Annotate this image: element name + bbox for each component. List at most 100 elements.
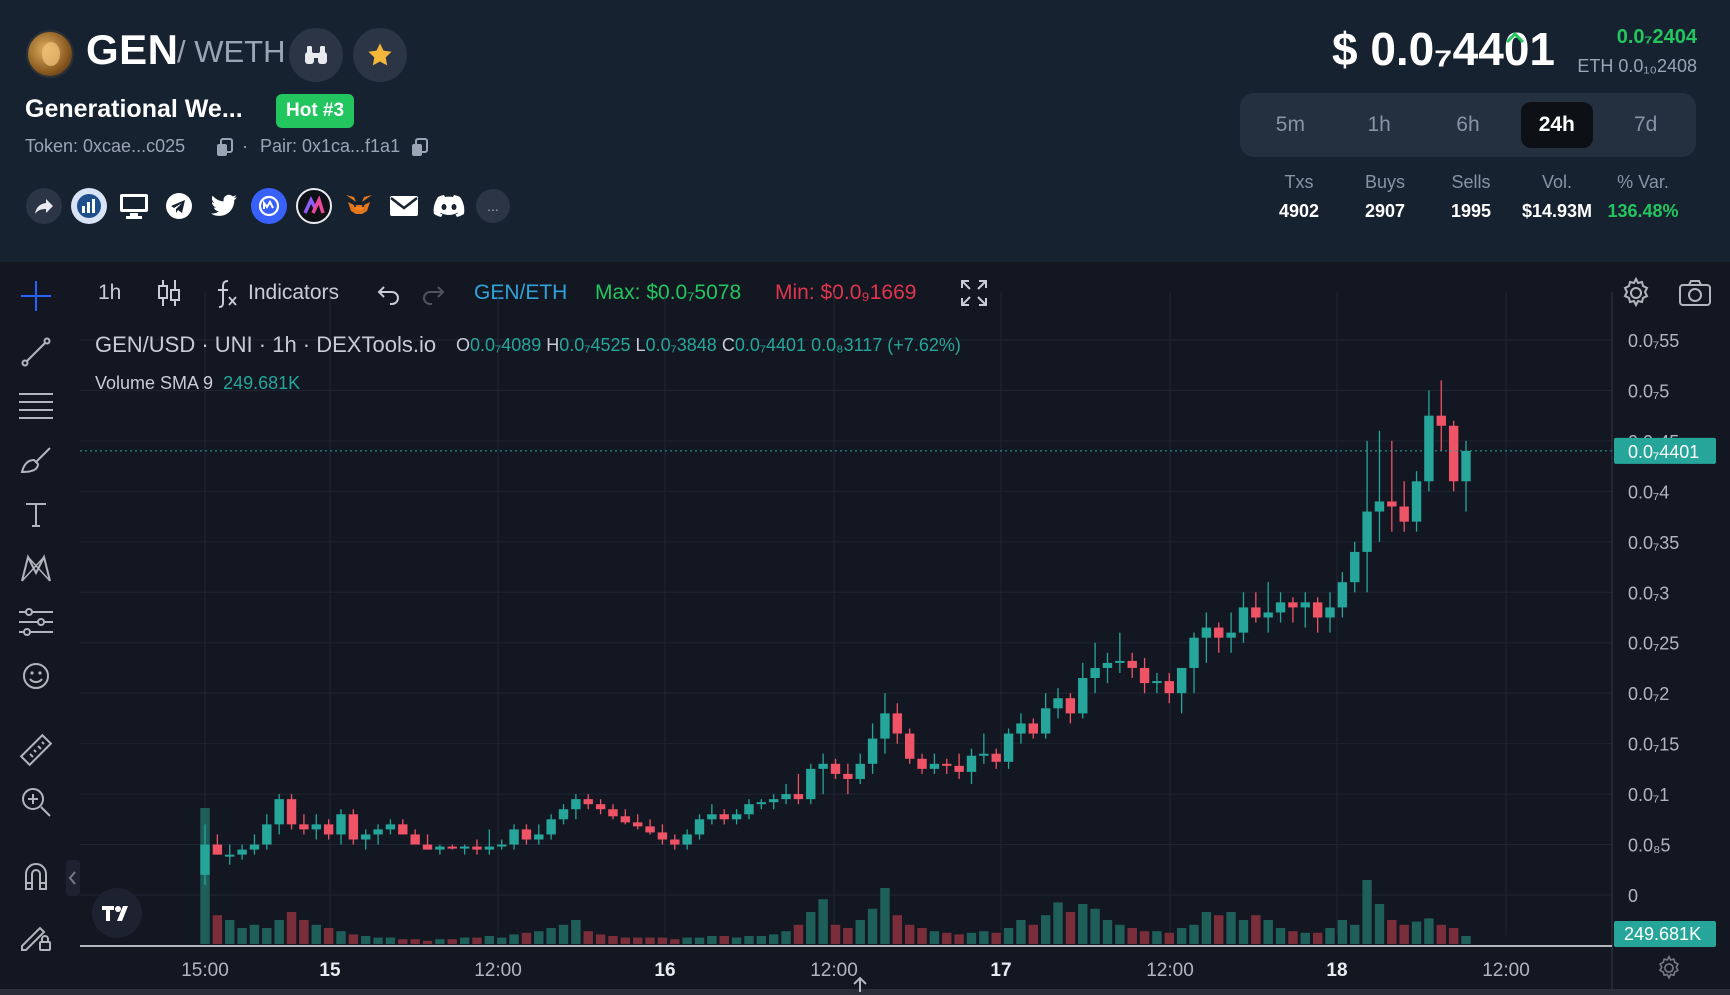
volume-bar xyxy=(1312,932,1323,944)
volume-bar xyxy=(867,908,878,944)
candle-body xyxy=(484,846,495,850)
candle-body xyxy=(274,799,284,825)
more-links-button[interactable]: ... xyxy=(476,189,510,223)
candle-body xyxy=(447,846,457,849)
volume-bar xyxy=(484,936,495,944)
candle-body xyxy=(1090,667,1100,679)
candle-body xyxy=(781,794,791,800)
volume-bar xyxy=(521,932,532,944)
volume-bar xyxy=(336,931,346,944)
share-link[interactable] xyxy=(26,188,62,224)
trade-stats: Txs 4902 Buys 2907 Sells 1995 Vol. $14.9… xyxy=(1256,172,1696,222)
candle-body xyxy=(855,763,865,779)
volume-bar xyxy=(1337,920,1348,944)
stat-sells: Sells 1995 xyxy=(1428,172,1514,222)
candle-body xyxy=(1411,481,1422,522)
volume-bar xyxy=(1288,931,1298,944)
nomics-icon xyxy=(303,196,325,214)
volume-bar xyxy=(1189,924,1199,944)
volume-bar xyxy=(212,915,223,944)
volume-bar xyxy=(1436,924,1446,944)
volume-bar xyxy=(1201,912,1212,944)
social-links: ... xyxy=(26,188,510,224)
volume-bar xyxy=(818,899,828,944)
stat-value: 136.48% xyxy=(1607,201,1679,221)
volume-bar xyxy=(1325,928,1335,944)
volume-bar xyxy=(1387,920,1397,944)
candle-body xyxy=(435,846,445,850)
copy-pair-address-icon[interactable] xyxy=(411,138,429,158)
volume-bar xyxy=(447,939,457,944)
metamask-icon xyxy=(346,195,372,214)
candle-body xyxy=(632,822,643,827)
dextools-link[interactable] xyxy=(71,188,107,224)
volume-bar xyxy=(311,924,321,944)
candle-body xyxy=(1362,511,1372,552)
timeframe-1h[interactable]: 1h xyxy=(1343,102,1415,148)
y-axis-tick-label: 0.0₇1 xyxy=(1628,785,1669,805)
volume-bar xyxy=(1016,920,1026,944)
volume-bar xyxy=(657,937,668,944)
stat-variation: % Var. 136.48% xyxy=(1600,172,1686,222)
volume-bar xyxy=(1028,924,1039,944)
candle-body xyxy=(1164,681,1174,694)
candle-body xyxy=(942,763,952,766)
volume-bar xyxy=(1350,924,1360,944)
price-change: 0.0₇2404 xyxy=(1616,26,1697,48)
y-axis-tick-label: 0.0₇55 xyxy=(1628,331,1679,351)
volume-bar xyxy=(497,937,507,944)
telegram-link[interactable] xyxy=(161,188,197,224)
volume-bar xyxy=(595,934,606,944)
volume-bar xyxy=(1040,915,1051,944)
compare-button[interactable] xyxy=(289,28,343,82)
volume-bar xyxy=(237,928,247,944)
twitter-link[interactable] xyxy=(206,188,242,224)
binoculars-icon xyxy=(305,46,327,64)
candle-body xyxy=(249,844,260,850)
candle-body xyxy=(299,824,309,830)
copy-token-address-icon[interactable] xyxy=(216,138,234,158)
stat-label: Txs xyxy=(1284,172,1314,192)
metamask-link[interactable] xyxy=(341,188,377,224)
volume-bar xyxy=(1164,932,1174,944)
candle-body xyxy=(262,824,272,845)
volume-bar xyxy=(731,937,742,944)
timeframe-24h[interactable]: 24h xyxy=(1520,102,1593,148)
volume-bar xyxy=(1078,904,1088,944)
volume-bar xyxy=(1461,936,1471,944)
favorite-button[interactable] xyxy=(353,28,407,82)
volume-bar xyxy=(843,928,853,944)
volume-bar xyxy=(546,928,556,944)
timeframe-6h[interactable]: 6h xyxy=(1432,102,1504,148)
candle-body xyxy=(966,755,977,772)
tradingview-logo[interactable] xyxy=(92,888,142,938)
x-axis-tick-label: 15:00 xyxy=(181,960,229,981)
candle-body xyxy=(843,773,853,779)
timeframe-5m[interactable]: 5m xyxy=(1254,102,1326,148)
volume-bar xyxy=(1065,912,1076,944)
nomics-link[interactable] xyxy=(296,188,332,224)
price-chart[interactable]: 0.0₇550.0₇50.0₇450.0₇40.0₇350.0₇30.0₇250… xyxy=(0,262,1730,995)
email-link[interactable] xyxy=(386,188,422,224)
dextools-icon xyxy=(77,194,101,218)
stat-value: $14.93M xyxy=(1521,201,1593,221)
hot-rank-badge[interactable]: Hot #3 xyxy=(276,94,355,128)
share-icon xyxy=(35,199,53,214)
candle-body xyxy=(1399,506,1409,522)
axis-settings-button[interactable] xyxy=(1656,954,1682,986)
stat-buys: Buys 2907 xyxy=(1342,172,1428,222)
candle-body xyxy=(1139,667,1150,684)
volume-bar xyxy=(781,931,791,944)
volume-bar xyxy=(435,939,445,944)
candle-body xyxy=(373,829,383,835)
timeframe-7d[interactable]: 7d xyxy=(1610,102,1682,148)
y-axis-tick-label: 0.0₇3 xyxy=(1628,583,1669,603)
candle-body xyxy=(571,799,581,810)
stat-volume: Vol. $14.93M xyxy=(1514,172,1600,222)
coinmarketcap-link[interactable] xyxy=(251,188,287,224)
candle-body xyxy=(744,804,754,815)
discord-link[interactable] xyxy=(431,188,467,224)
volume-bar xyxy=(225,920,235,944)
website-link[interactable] xyxy=(116,188,152,224)
volume-bar xyxy=(249,924,260,944)
